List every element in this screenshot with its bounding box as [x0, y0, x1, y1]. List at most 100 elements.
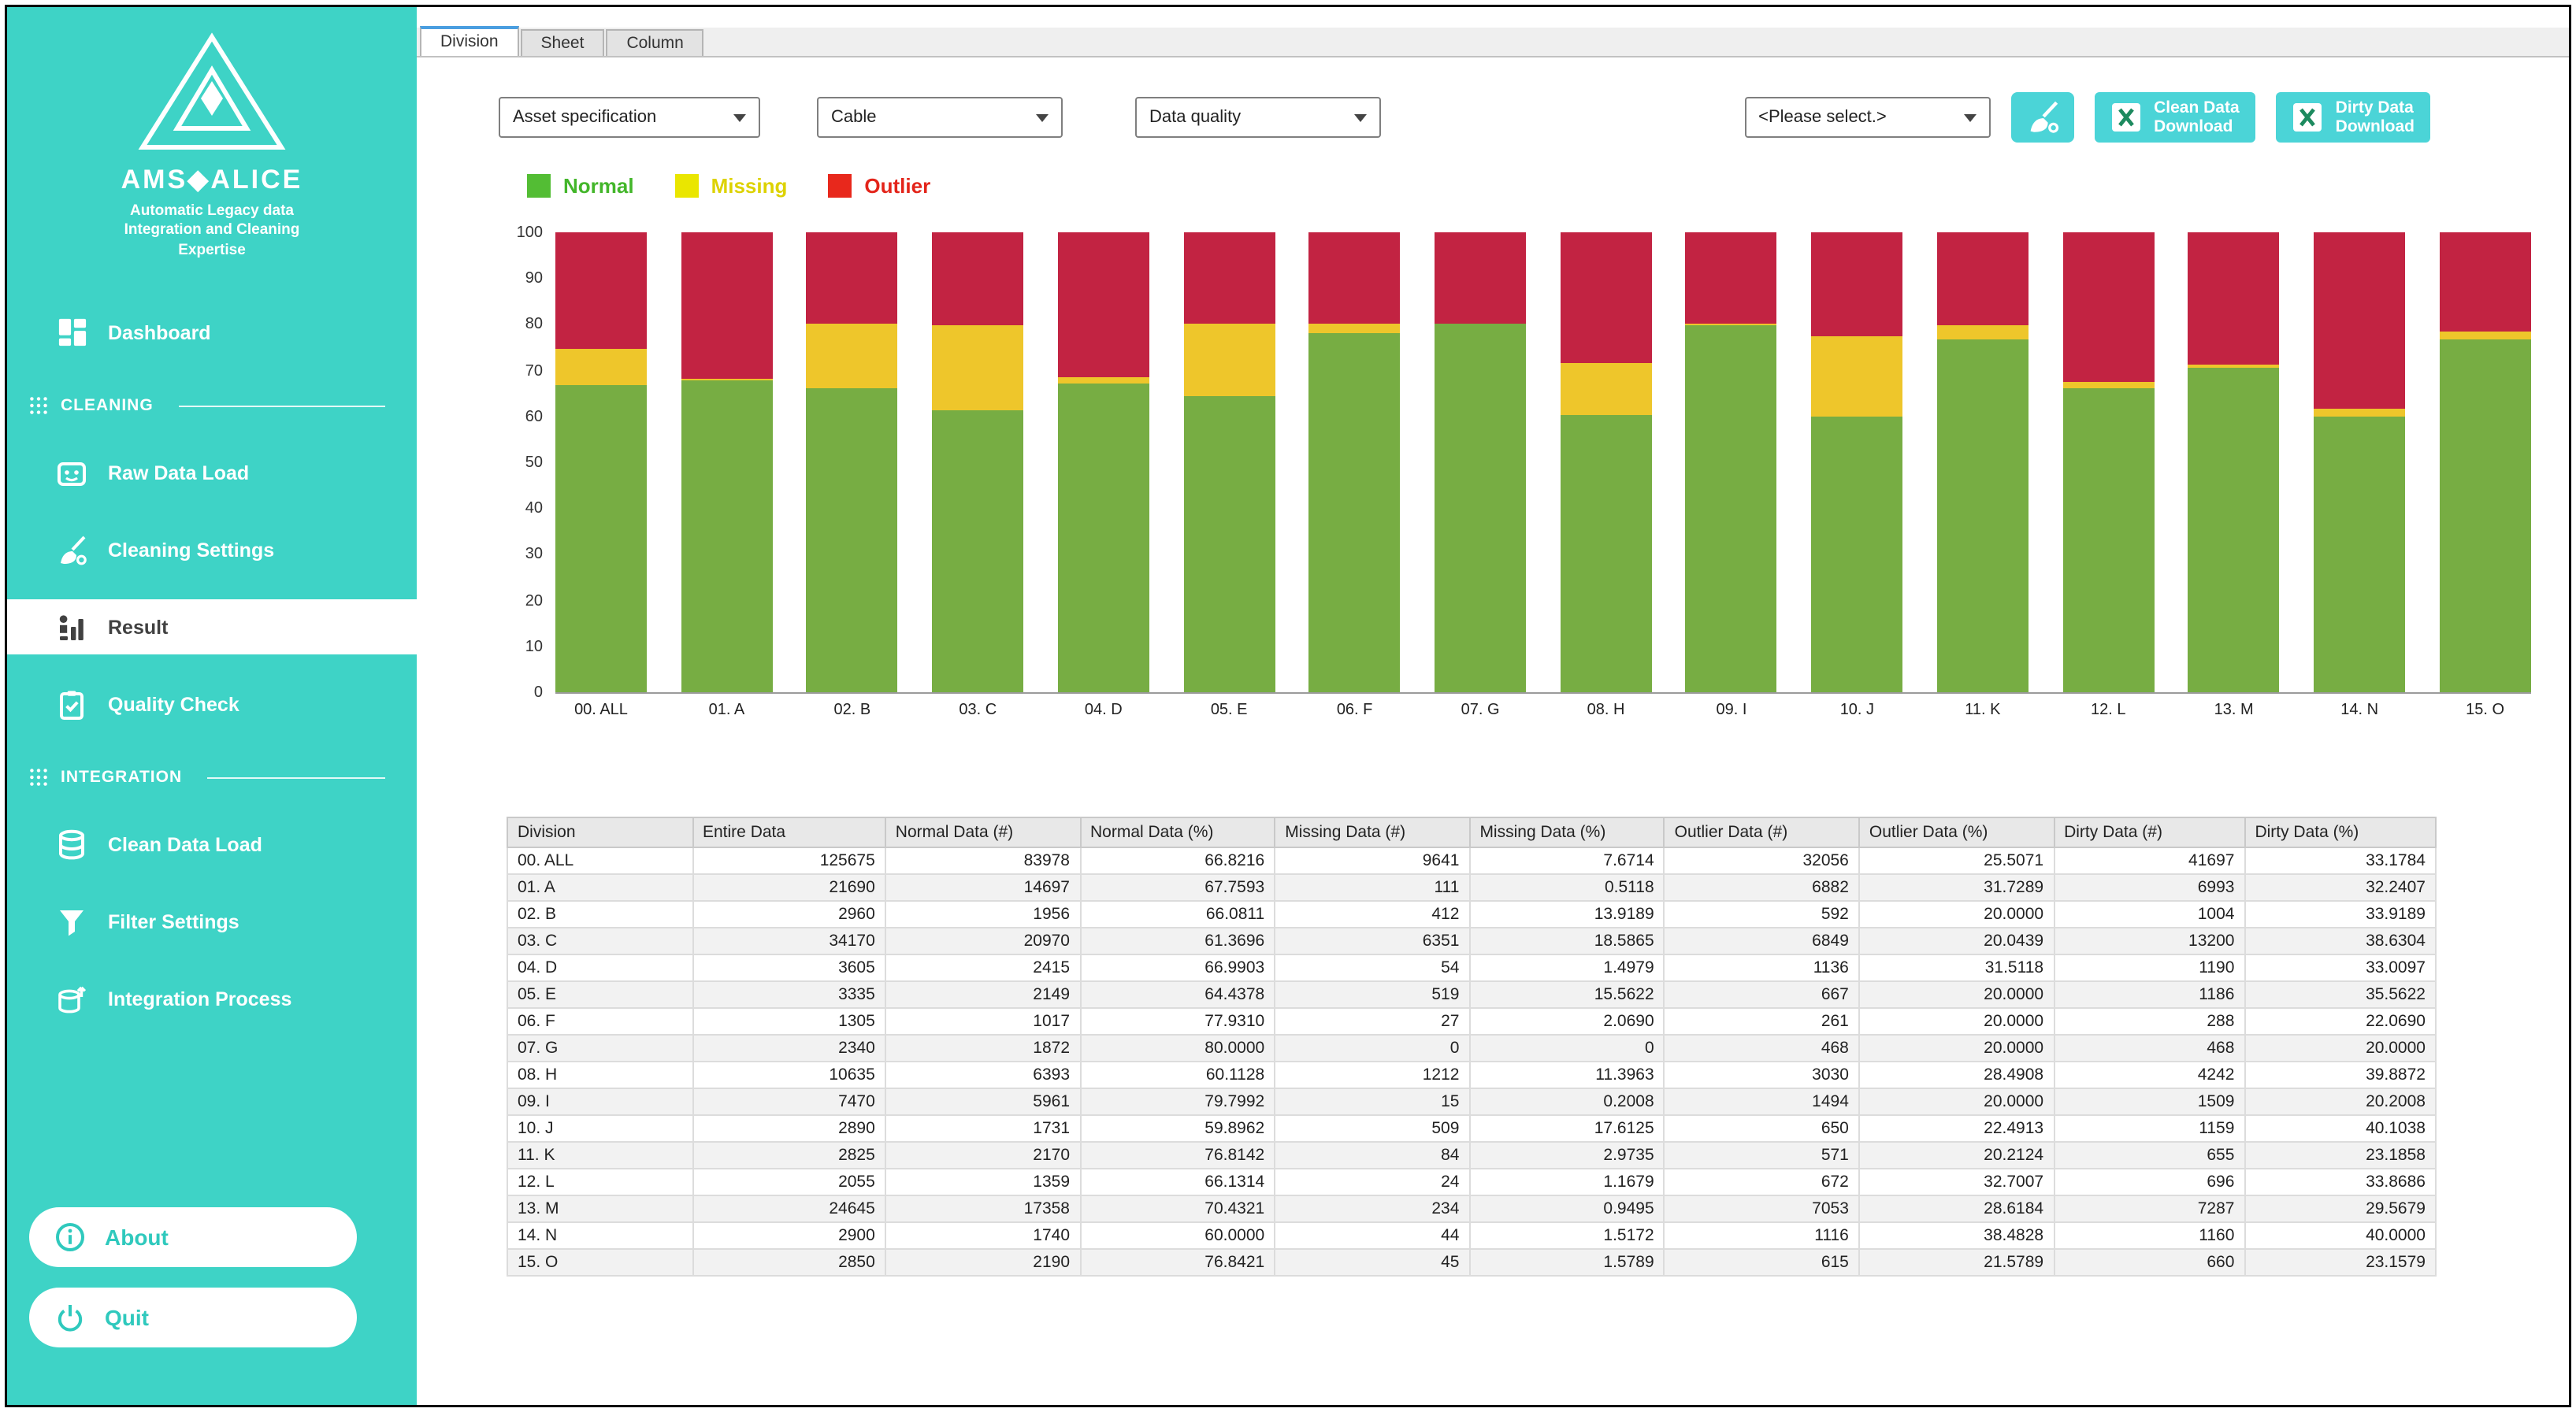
- excel-icon: [2110, 102, 2141, 133]
- quit-button[interactable]: Quit: [29, 1288, 357, 1347]
- division-cell: 02. B: [507, 901, 692, 928]
- stacked-bar: [1435, 232, 1526, 692]
- legend-swatch: [828, 174, 852, 198]
- sidebar-item-integration-process[interactable]: Integration Process: [7, 971, 417, 1026]
- tab-division[interactable]: Division: [420, 26, 519, 56]
- value-cell: 468: [2054, 1035, 2244, 1062]
- dropdown-value: <Please select.>: [1758, 108, 1887, 127]
- column-header: Normal Data (%): [1080, 817, 1275, 847]
- tab-sheet[interactable]: Sheet: [521, 29, 605, 56]
- stacked-bar: [1811, 232, 1902, 692]
- value-cell: 64.4378: [1080, 981, 1275, 1008]
- value-cell: 1190: [2054, 954, 2244, 981]
- chart-legend: Normal Missing Outlier: [527, 174, 2569, 198]
- cleaning-broom-button[interactable]: [2010, 92, 2073, 143]
- bar-segment-missing: [1183, 324, 1275, 396]
- stacked-bar: [2188, 232, 2280, 692]
- legend-label: Normal: [563, 174, 634, 198]
- sidebar-item-result[interactable]: Result: [7, 599, 417, 654]
- bar-segment-normal: [1811, 417, 1902, 692]
- y-tick-label: 60: [525, 410, 543, 426]
- stacked-bar-chart: 0102030405060708090100 00. ALL01. A02. B…: [477, 232, 2569, 719]
- value-cell: 20970: [885, 928, 1080, 954]
- sidebar-item-label: Cleaning Settings: [108, 539, 274, 561]
- value-cell: 1136: [1665, 954, 1859, 981]
- bar-segment-missing: [2062, 383, 2154, 388]
- bar-segment-outlier: [1309, 232, 1401, 324]
- stacked-bar: [1309, 232, 1401, 692]
- bar-segment-outlier: [2062, 232, 2154, 383]
- sidebar-item-filter-settings[interactable]: Filter Settings: [7, 894, 417, 949]
- value-cell: 39.8872: [2244, 1062, 2436, 1088]
- chevron-down-icon: [1354, 113, 1367, 121]
- bar-segment-outlier: [681, 232, 772, 378]
- bar-segment-normal: [1435, 324, 1526, 692]
- sidebar-item-quality-check[interactable]: Quality Check: [7, 676, 417, 732]
- stacked-bar: [1561, 232, 1652, 692]
- value-cell: 83978: [885, 847, 1080, 874]
- column-header: Normal Data (#): [885, 817, 1080, 847]
- division-cell: 03. C: [507, 928, 692, 954]
- value-cell: 660: [2054, 1249, 2244, 1276]
- value-cell: 1872: [885, 1035, 1080, 1062]
- tagline-line: Integration and Cleaning: [7, 222, 417, 242]
- table-row: 12. L2055135966.1314241.167967232.700769…: [507, 1169, 2436, 1195]
- sidebar-footer: About Quit: [7, 1207, 417, 1368]
- sidebar-item-label: Dashboard: [108, 321, 211, 343]
- division-cell: 05. E: [507, 981, 692, 1008]
- value-cell: 2850: [692, 1249, 885, 1276]
- asset-type-dropdown[interactable]: Cable: [817, 97, 1063, 138]
- value-cell: 2415: [885, 954, 1080, 981]
- value-cell: 519: [1275, 981, 1469, 1008]
- value-cell: 2340: [692, 1035, 885, 1062]
- value-cell: 1212: [1275, 1062, 1469, 1088]
- about-button[interactable]: About: [29, 1207, 357, 1267]
- bar-segment-missing: [2314, 410, 2405, 417]
- asset-specification-dropdown[interactable]: Asset specification: [499, 97, 760, 138]
- value-cell: 3605: [692, 954, 885, 981]
- value-cell: 696: [2054, 1169, 2244, 1195]
- value-cell: 6849: [1665, 928, 1859, 954]
- value-cell: 40.0000: [2244, 1222, 2436, 1249]
- division-cell: 13. M: [507, 1195, 692, 1222]
- value-cell: 66.9903: [1080, 954, 1275, 981]
- value-cell: 14697: [885, 874, 1080, 901]
- sidebar-item-dashboard[interactable]: Dashboard: [7, 305, 417, 360]
- bar-segment-normal: [1058, 384, 1149, 692]
- value-cell: 15.5622: [1469, 981, 1664, 1008]
- sidebar-item-cleaning-settings[interactable]: Cleaning Settings: [7, 522, 417, 577]
- value-cell: 1494: [1665, 1088, 1859, 1115]
- clean-data-download-button[interactable]: Clean Data Download: [2094, 92, 2255, 143]
- bar-segment-normal: [932, 410, 1023, 692]
- value-cell: 1740: [885, 1222, 1080, 1249]
- sidebar-item-label: Quality Check: [108, 693, 239, 715]
- value-cell: 0: [1469, 1035, 1664, 1062]
- sidebar-item-label: Clean Data Load: [108, 833, 262, 855]
- chevron-down-icon: [733, 113, 746, 121]
- value-cell: 1186: [2054, 981, 2244, 1008]
- value-cell: 32056: [1665, 847, 1859, 874]
- legend-swatch: [527, 174, 551, 198]
- division-data-table: DivisionEntire DataNormal Data (#)Normal…: [507, 817, 2437, 1277]
- value-cell: 66.1314: [1080, 1169, 1275, 1195]
- sidebar-item-clean-data-load[interactable]: Clean Data Load: [7, 817, 417, 872]
- tab-column[interactable]: Column: [606, 29, 703, 56]
- value-cell: 0.2008: [1469, 1088, 1664, 1115]
- value-cell: 125675: [692, 847, 885, 874]
- section-label: INTEGRATION: [61, 768, 182, 787]
- dirty-data-download-button[interactable]: Dirty Data Download: [2276, 92, 2430, 143]
- data-quality-dropdown[interactable]: Data quality: [1135, 97, 1381, 138]
- brand-title: AMS◆ALICE: [7, 165, 417, 196]
- stacked-bar: [1183, 232, 1275, 692]
- value-cell: 2.9735: [1469, 1142, 1664, 1169]
- value-cell: 7470: [692, 1088, 885, 1115]
- column-header: Outlier Data (%): [1859, 817, 2054, 847]
- dots-grid-icon: [29, 396, 48, 415]
- sidebar-item-raw-data-load[interactable]: Raw Data Load: [7, 445, 417, 500]
- value-cell: 509: [1275, 1115, 1469, 1142]
- value-cell: 261: [1665, 1008, 1859, 1035]
- please-select-dropdown[interactable]: <Please select.>: [1744, 97, 1990, 138]
- value-cell: 24: [1275, 1169, 1469, 1195]
- stacked-bar: [2440, 232, 2531, 692]
- x-tick-label: 08. H: [1561, 702, 1652, 719]
